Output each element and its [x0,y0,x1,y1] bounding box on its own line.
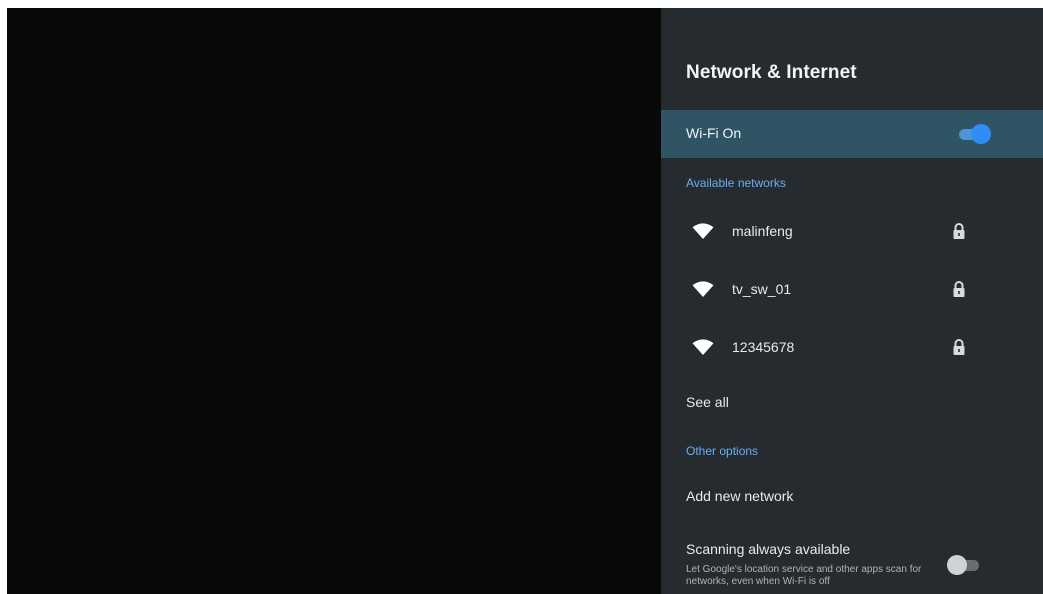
wifi-switch-thumb [971,124,991,144]
network-ssid: tv_sw_01 [732,281,792,297]
scanning-title: Scanning always available [686,541,851,557]
network-item-12345678[interactable]: 12345678 [661,328,1043,368]
network-item-malinfeng[interactable]: malinfeng [661,212,1043,252]
panel-title: Network & Internet [686,62,857,83]
network-item-tv-sw-01[interactable]: tv_sw_01 [661,270,1043,310]
scanning-switch-thumb [947,555,967,575]
see-all-networks[interactable]: See all [686,394,729,410]
wifi-icon [692,281,714,297]
tv-screen: Network & Internet Wi-Fi On Available ne… [7,8,1043,594]
network-ssid: malinfeng [732,223,793,239]
network-ssid: 12345678 [732,339,795,355]
lock-icon [953,223,965,239]
add-new-network[interactable]: Add new network [686,488,793,504]
wifi-switch[interactable] [957,124,993,144]
wifi-toggle-row[interactable]: Wi-Fi On [661,110,1043,158]
scanning-description: Let Google's location service and other … [686,564,922,587]
lock-icon [953,281,965,297]
wifi-icon [692,339,714,355]
wifi-label: Wi-Fi On [686,125,742,141]
wifi-icon [692,223,714,239]
available-networks-header: Available networks [686,176,786,190]
scanning-switch[interactable] [947,555,983,575]
lock-icon [953,339,965,355]
settings-panel: Network & Internet Wi-Fi On Available ne… [661,8,1043,594]
other-options-header: Other options [686,444,759,458]
